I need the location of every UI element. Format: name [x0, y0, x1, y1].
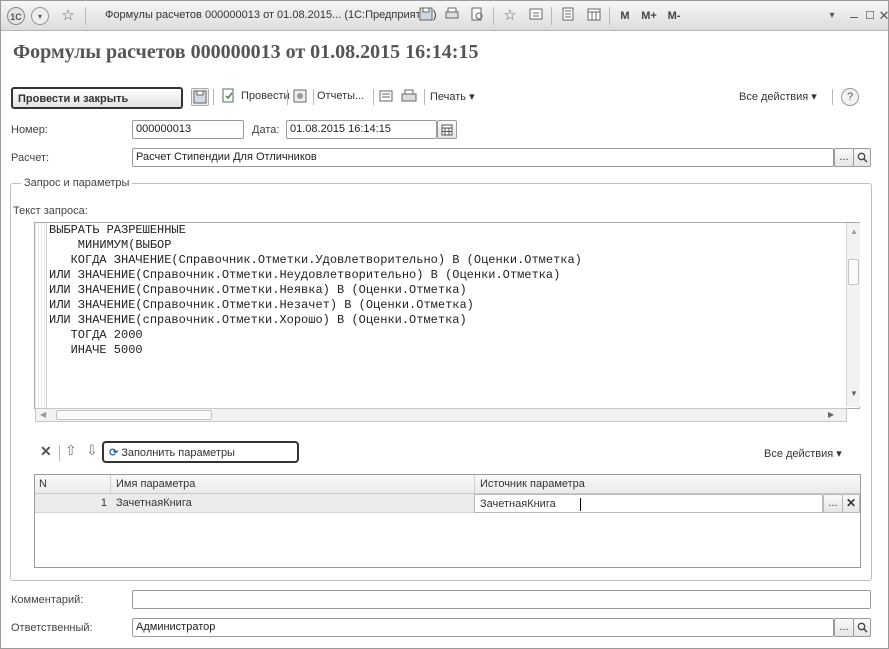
print-menu-label: Печать — [430, 91, 467, 103]
param-source-value: ЗачетнаяКнига — [480, 498, 556, 510]
param-source-select-button[interactable]: ... — [823, 494, 843, 513]
table-row[interactable]: 1 ЗачетнаяКнига ЗачетнаяКнига ... ✕ — [35, 494, 860, 513]
editor-gutter — [35, 223, 47, 408]
scroll-thumb[interactable] — [848, 259, 859, 285]
post-button[interactable]: Провести — [241, 90, 290, 102]
calculation-label: Расчет: — [11, 152, 50, 164]
column-divider — [110, 475, 111, 494]
memory-plus-button[interactable]: M+ — [638, 7, 660, 25]
calculator-icon[interactable] — [559, 7, 577, 25]
number-field[interactable]: 000000013 — [132, 120, 244, 139]
menu-dropdown-icon[interactable]: ▾ — [31, 7, 49, 25]
param-source-input[interactable]: ЗачетнаяКнига — [474, 494, 823, 513]
delete-icon[interactable]: ✕ — [40, 443, 52, 460]
move-down-icon[interactable]: ⇩ — [86, 442, 98, 459]
preview-icon[interactable] — [468, 7, 486, 25]
responsible-field[interactable]: Администратор — [132, 618, 834, 637]
responsible-label: Ответственный: — [11, 622, 93, 634]
table-header: N Имя параметра Источник параметра — [35, 475, 860, 494]
add-favorite-icon[interactable]: ☆ — [501, 7, 519, 25]
row-number: 1 — [100, 497, 107, 509]
document-window: 1С ▾ ☆ Формулы расчетов 000000013 от 01.… — [0, 0, 889, 649]
memory-button[interactable]: M — [617, 7, 633, 25]
print-menu[interactable]: Печать ▾ — [430, 90, 475, 103]
app-logo-icon[interactable]: 1С — [7, 7, 25, 25]
query-text: ВЫБРАТЬ РАЗРЕШЕННЫЕ МИНИМУМ(ВЫБОР КОГДА … — [49, 223, 582, 357]
vertical-scrollbar[interactable]: ▲ ▼ — [846, 223, 860, 407]
title-separator — [551, 7, 552, 25]
search-icon[interactable] — [853, 148, 871, 167]
calendar-icon[interactable] — [585, 7, 603, 25]
toolbar-separator — [373, 89, 374, 105]
search-icon[interactable] — [853, 618, 871, 637]
scroll-thumb[interactable] — [56, 410, 212, 420]
date-label: Дата: — [252, 124, 280, 136]
history-icon[interactable] — [527, 7, 545, 25]
save-icon[interactable] — [417, 7, 435, 25]
comment-label: Комментарий: — [11, 594, 84, 606]
post-icon[interactable] — [221, 88, 239, 106]
window-title: Формулы расчетов 000000013 от 01.08.2015… — [105, 9, 437, 21]
help-icon[interactable]: ? — [841, 88, 859, 106]
text-cursor — [580, 498, 581, 511]
calculation-field[interactable]: Расчет Стипендии Для Отличников — [132, 148, 834, 167]
toolbar-separator — [213, 89, 214, 105]
query-text-editor[interactable]: ВЫБРАТЬ РАЗРЕШЕННЫЕ МИНИМУМ(ВЫБОР КОГДА … — [34, 222, 860, 409]
post-and-close-button[interactable]: Провести и закрыть — [11, 87, 183, 109]
column-header-n[interactable]: N — [39, 475, 109, 494]
group-title: Запрос и параметры — [21, 177, 133, 189]
save-icon[interactable] — [191, 88, 209, 106]
page-title: Формулы расчетов 000000013 от 01.08.2015… — [13, 41, 479, 63]
favorite-star-icon[interactable]: ☆ — [59, 7, 77, 25]
toolbar-separator — [832, 89, 833, 105]
date-field[interactable]: 01.08.2015 16:14:15 — [286, 120, 437, 139]
horizontal-scrollbar[interactable]: ◀ ▶ — [35, 408, 847, 422]
print-preview-icon[interactable] — [378, 88, 396, 106]
title-bar: 1С ▾ ☆ Формулы расчетов 000000013 от 01.… — [1, 1, 889, 31]
chevron-down-icon: ▾ — [811, 91, 817, 103]
toolbar-separator — [313, 89, 314, 105]
toolbar-separator — [59, 445, 60, 461]
parameters-table: N Имя параметра Источник параметра 1 Зач… — [34, 474, 861, 568]
query-text-label: Текст запроса: — [13, 205, 88, 217]
table-all-actions-menu[interactable]: Все действия ▾ — [764, 447, 842, 460]
scroll-down-icon[interactable]: ▼ — [850, 389, 858, 398]
table-all-actions-label: Все действия — [764, 448, 834, 460]
scroll-up-icon[interactable]: ▲ — [850, 227, 858, 236]
column-divider — [474, 475, 475, 494]
move-up-icon[interactable]: ⇧ — [65, 442, 77, 459]
all-actions-menu[interactable]: Все действия ▾ — [739, 90, 817, 103]
responsible-select-button[interactable]: ... — [834, 618, 854, 637]
all-actions-label: Все действия — [739, 91, 809, 103]
scroll-right-icon[interactable]: ▶ — [828, 410, 834, 419]
printer-icon[interactable] — [401, 88, 419, 106]
calculation-select-button[interactable]: ... — [834, 148, 854, 167]
chevron-down-icon: ▾ — [836, 448, 842, 460]
calendar-picker-icon[interactable] — [437, 120, 457, 139]
toolbar-separator — [287, 89, 288, 105]
title-separator — [85, 7, 86, 25]
structure-icon[interactable] — [292, 88, 310, 106]
clear-icon[interactable]: ✕ — [842, 494, 860, 513]
toolbar-separator — [424, 89, 425, 105]
number-label: Номер: — [11, 124, 48, 136]
title-separator — [493, 7, 494, 25]
title-separator — [609, 7, 610, 25]
column-header-param-source[interactable]: Источник параметра — [480, 475, 850, 494]
fill-parameters-label: Заполнить параметры — [121, 447, 235, 459]
comment-field[interactable] — [132, 590, 871, 609]
close-icon[interactable]: ✕ — [875, 7, 889, 25]
param-name-cell[interactable]: ЗачетнаяКнига — [116, 494, 471, 513]
chevron-down-icon: ▾ — [469, 91, 475, 103]
scroll-left-icon[interactable]: ◀ — [40, 410, 46, 419]
reports-button[interactable]: Отчеты... — [317, 90, 364, 102]
column-header-param-name[interactable]: Имя параметра — [116, 475, 476, 494]
fill-parameters-button[interactable]: ⟳ Заполнить параметры — [102, 441, 299, 463]
print-icon[interactable] — [443, 7, 461, 25]
refresh-icon: ⟳ — [109, 447, 119, 459]
memory-minus-button[interactable]: M- — [663, 7, 685, 25]
more-chevron-icon[interactable]: ▾ — [823, 7, 841, 25]
